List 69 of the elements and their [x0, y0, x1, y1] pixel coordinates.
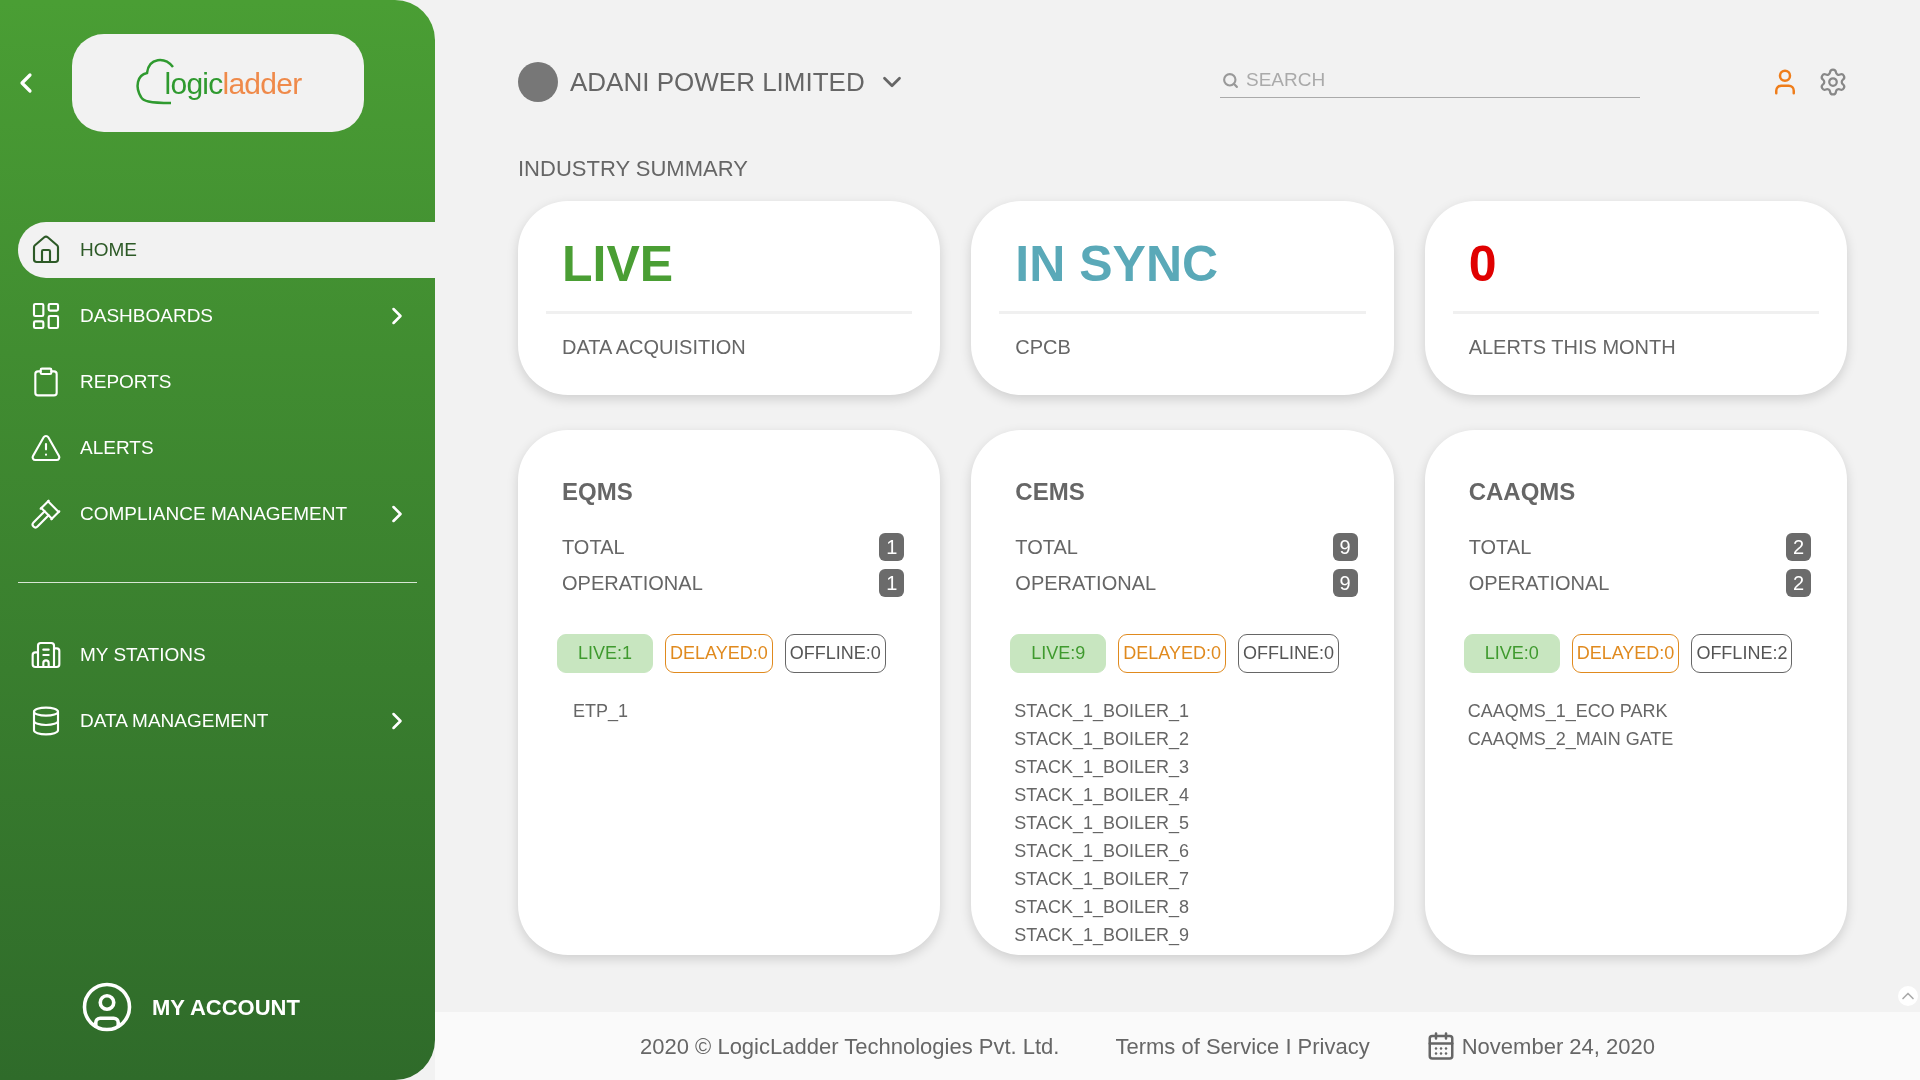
status-chip: LIVE:9 — [1010, 634, 1107, 673]
station-name[interactable]: CAAQMS_2_MAIN GATE — [1467, 725, 1811, 753]
account-link[interactable]: MY ACCOUNT — [80, 980, 435, 1034]
status-chip: OFFLINE:0 — [1238, 634, 1340, 673]
sidebar-item[interactable]: DASHBOARDS — [18, 288, 435, 344]
summary-label: DATA ACQUISITION — [561, 335, 747, 360]
system-title: CEMS — [1015, 477, 1086, 507]
summary-label: CPCB — [1014, 335, 1072, 360]
total-label: TOTAL — [1468, 535, 1532, 560]
station-name[interactable]: STACK_1_BOILER_5 — [1014, 809, 1358, 837]
home-icon — [30, 234, 62, 266]
count-badge: 9 — [1332, 569, 1358, 597]
operational-label: OPERATIONAL — [1015, 571, 1157, 596]
sidebar-item[interactable]: ALERTS — [18, 420, 435, 476]
count-badge: 9 — [1332, 533, 1358, 561]
dashboard-icon — [30, 300, 62, 332]
summary-value: IN SYNC — [999, 239, 1366, 314]
operational-label: OPERATIONAL — [562, 571, 703, 596]
total-label: TOTAL — [562, 535, 625, 560]
status-chip: OFFLINE:0 — [784, 634, 886, 673]
settings-icon[interactable] — [1818, 67, 1848, 97]
station-name[interactable]: STACK_1_BOILER_1 — [1014, 697, 1358, 725]
sidebar-item[interactable]: HOME — [18, 222, 435, 278]
station-name[interactable]: CAAQMS_1_ECO PARK — [1467, 697, 1811, 725]
station-name[interactable]: STACK_1_BOILER_8 — [1014, 893, 1358, 921]
sidebar-item[interactable]: REPORTS — [18, 354, 435, 410]
account-icon — [80, 980, 134, 1034]
station-name[interactable]: ETP_1 — [573, 697, 905, 725]
terms-link[interactable]: Terms of Service I Privacy — [1115, 1029, 1370, 1063]
company-dropdown[interactable]: ADANI POWER LIMITED — [518, 62, 907, 102]
logo: logicladder — [72, 34, 364, 132]
sidebar-item[interactable]: DATA MANAGEMENT — [18, 693, 435, 749]
building-icon — [30, 639, 62, 671]
station-name[interactable]: STACK_1_BOILER_4 — [1014, 781, 1358, 809]
scroll-up-icon[interactable] — [1898, 986, 1918, 1006]
summary-value: 0 — [1452, 239, 1819, 314]
copyright-text: 2020 © LogicLadder Technologies Pvt. Ltd. — [640, 1032, 1060, 1061]
calendar-icon — [1425, 1031, 1456, 1061]
status-chip: DELAYED:0 — [1118, 634, 1227, 673]
hammer-icon — [30, 498, 62, 530]
system-title: EQMS — [562, 477, 634, 507]
station-name[interactable]: STACK_1_BOILER_2 — [1014, 725, 1358, 753]
status-chip: DELAYED:0 — [665, 634, 773, 673]
company-avatar — [518, 62, 558, 102]
summary-label: ALERTS THIS MONTH — [1467, 335, 1677, 360]
total-label: TOTAL — [1015, 535, 1078, 560]
count-badge: 2 — [1785, 533, 1811, 561]
operational-label: OPERATIONAL — [1468, 571, 1610, 596]
search-field[interactable]: SEARCH — [1220, 66, 1640, 98]
count-badge: 2 — [1785, 569, 1811, 597]
status-chip: OFFLINE:2 — [1691, 634, 1793, 673]
date-text: November 24, 2020 — [1461, 1032, 1655, 1061]
sidebar-item[interactable]: MY STATIONS — [18, 627, 435, 683]
station-name[interactable]: STACK_1_BOILER_3 — [1014, 753, 1358, 781]
database-icon — [30, 705, 62, 737]
sidebar-item[interactable]: COMPLIANCE MANAGEMENT — [18, 486, 435, 542]
status-chip: DELAYED:0 — [1571, 634, 1680, 673]
section-title: INDUSTRY SUMMARY — [518, 155, 749, 183]
count-badge: 1 — [879, 533, 905, 561]
station-name[interactable]: STACK_1_BOILER_7 — [1014, 865, 1358, 893]
station-name[interactable]: STACK_1_BOILER_9 — [1014, 921, 1358, 949]
summary-value: LIVE — [546, 239, 913, 314]
warning-icon — [30, 432, 62, 464]
status-chip: LIVE:0 — [1463, 634, 1560, 673]
search-icon — [1222, 72, 1239, 90]
count-badge: 1 — [879, 569, 905, 597]
system-title: CAAQMS — [1468, 477, 1577, 507]
station-name[interactable]: STACK_1_BOILER_6 — [1014, 837, 1358, 865]
status-chip: LIVE:1 — [557, 634, 653, 673]
